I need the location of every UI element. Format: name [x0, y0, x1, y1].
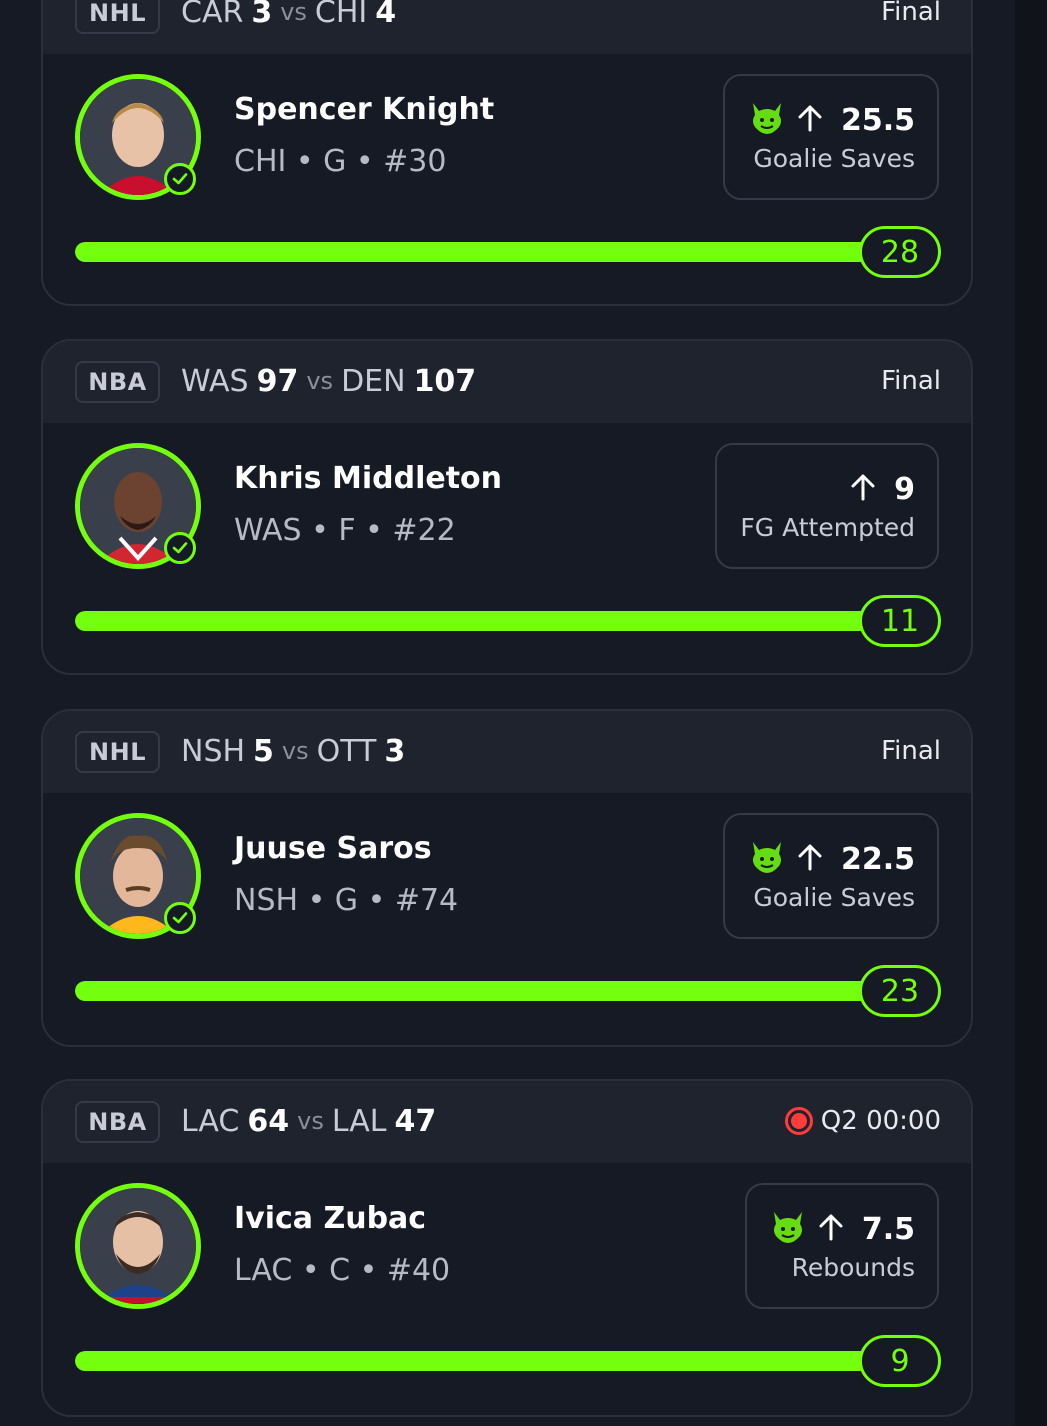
result-value: 9	[859, 1335, 941, 1387]
league-badge: NBA	[75, 361, 160, 403]
arrow-up-icon	[848, 472, 878, 506]
progress-fill	[75, 981, 875, 1001]
away-score: 5	[253, 733, 274, 769]
pick-card[interactable]: NBA WAS 97 vs DEN 107 Final Khris Middle…	[41, 339, 973, 675]
scroll-rail	[1015, 0, 1047, 1426]
game-status: Final	[881, 730, 941, 772]
prop-line: 25.5	[840, 102, 915, 138]
pick-card[interactable]: NHL CAR 3 vs CHI 4 Final Spencer Knight …	[41, 0, 973, 306]
away-team: WAS	[181, 363, 249, 399]
vs-label: vs	[281, 737, 309, 765]
prop-box[interactable]: 9 FG Attempted	[715, 443, 939, 569]
player-name: Khris Middleton	[234, 461, 503, 496]
home-score: 4	[375, 0, 397, 30]
player-name: Spencer Knight	[234, 92, 495, 127]
progress-fill	[75, 1351, 875, 1371]
game-header: NHL CAR 3 vs CHI 4 Final	[43, 0, 971, 54]
away-score: 3	[251, 0, 273, 30]
home-team: LAL	[331, 1103, 387, 1139]
player-avatar	[75, 1183, 201, 1309]
vs-label: vs	[297, 1107, 324, 1135]
home-team: OTT	[316, 733, 377, 769]
player-meta: LAC • C • #40	[234, 1253, 451, 1288]
league-badge: NHL	[75, 0, 160, 34]
game-header: NHL NSH 5 vs OTT 3 Final	[43, 711, 971, 793]
player-avatar	[75, 74, 201, 200]
vs-label: vs	[280, 0, 307, 26]
league-badge: NBA	[75, 1101, 160, 1143]
checkmark-icon	[164, 532, 196, 564]
vs-label: vs	[306, 367, 334, 395]
player-meta: WAS • F • #22	[234, 513, 456, 548]
picks-feed: NHL CAR 3 vs CHI 4 Final Spencer Knight …	[0, 0, 1015, 1426]
prop-line: 7.5	[861, 1211, 915, 1247]
progress-fill	[75, 242, 875, 262]
pick-card[interactable]: NHL NSH 5 vs OTT 3 Final Juuse Saros NSH…	[41, 709, 973, 1047]
matchup: NSH 5 vs OTT 3	[181, 730, 405, 772]
prop-stat: Goalie Saves	[753, 144, 915, 173]
progress-bar	[75, 242, 875, 262]
demon-icon	[749, 101, 785, 139]
away-team: CAR	[181, 0, 244, 30]
player-headshot	[80, 1188, 196, 1304]
pick-card[interactable]: NBA LAC 64 vs LAL 47 Q2 00:00 Ivica Zuba…	[41, 1079, 973, 1417]
pick-body: Khris Middleton WAS • F • #22 9 FG Attem…	[43, 423, 971, 673]
status-text: Final	[881, 366, 941, 396]
matchup: CAR 3 vs CHI 4	[181, 0, 396, 33]
arrow-up-icon	[795, 842, 825, 876]
demon-icon	[770, 1210, 806, 1248]
status-text: Final	[881, 736, 941, 766]
player-name: Juuse Saros	[234, 831, 432, 866]
away-score: 64	[247, 1103, 290, 1139]
home-score: 47	[394, 1103, 437, 1139]
game-status: Final	[881, 360, 941, 402]
away-team: LAC	[181, 1103, 240, 1139]
status-text: Q2 00:00	[820, 1106, 941, 1136]
status-text: Final	[881, 0, 941, 27]
pick-body: Ivica Zubac LAC • C • #40 7.5 Rebounds 9	[43, 1163, 971, 1415]
matchup: WAS 97 vs DEN 107	[181, 360, 476, 402]
result-value: 11	[859, 595, 941, 647]
away-team: NSH	[181, 733, 246, 769]
prop-stat: Goalie Saves	[753, 883, 915, 912]
prop-box[interactable]: 22.5 Goalie Saves	[723, 813, 939, 939]
prop-stat: Rebounds	[791, 1253, 915, 1282]
demon-icon	[749, 840, 785, 878]
prop-line: 9	[894, 471, 915, 507]
progress-fill	[75, 611, 875, 631]
result-value: 23	[859, 965, 941, 1017]
live-indicator-icon	[784, 1107, 813, 1135]
checkmark-icon	[164, 902, 196, 934]
home-team: CHI	[314, 0, 368, 30]
checkmark-icon	[164, 163, 196, 195]
result-value: 28	[859, 226, 941, 278]
game-status: Q2 00:00	[784, 1100, 941, 1142]
prop-box[interactable]: 25.5 Goalie Saves	[723, 74, 939, 200]
prop-line: 22.5	[840, 841, 915, 877]
home-score: 107	[413, 363, 477, 399]
progress-bar	[75, 1351, 875, 1371]
pick-body: Spencer Knight CHI • G • #30 25.5 Goalie…	[43, 54, 971, 304]
prop-box[interactable]: 7.5 Rebounds	[745, 1183, 939, 1309]
arrow-up-icon	[816, 1212, 846, 1246]
player-name: Ivica Zubac	[234, 1201, 427, 1236]
player-meta: NSH • G • #74	[234, 883, 459, 918]
game-header: NBA LAC 64 vs LAL 47 Q2 00:00	[43, 1081, 971, 1163]
game-header: NBA WAS 97 vs DEN 107 Final	[43, 341, 971, 423]
arrow-up-icon	[795, 103, 825, 137]
player-avatar	[75, 443, 201, 569]
league-badge: NHL	[75, 731, 160, 773]
game-status: Final	[881, 0, 941, 33]
player-meta: CHI • G • #30	[234, 144, 447, 179]
prop-stat: FG Attempted	[740, 513, 915, 542]
matchup: LAC 64 vs LAL 47	[181, 1100, 436, 1142]
home-score: 3	[384, 733, 406, 769]
progress-bar	[75, 611, 875, 631]
pick-body: Juuse Saros NSH • G • #74 22.5 Goalie Sa…	[43, 793, 971, 1045]
progress-bar	[75, 981, 875, 1001]
home-team: DEN	[341, 363, 406, 399]
away-score: 97	[256, 363, 299, 399]
player-avatar	[75, 813, 201, 939]
